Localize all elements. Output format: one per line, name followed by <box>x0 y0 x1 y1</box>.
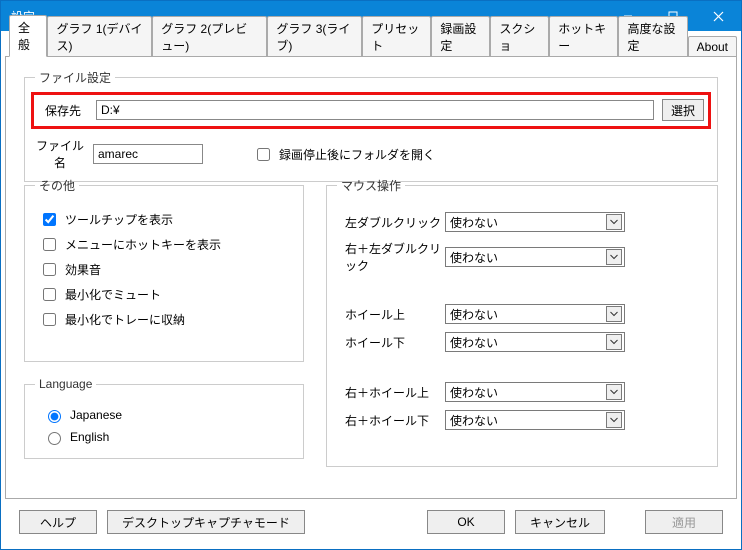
mouse-label-wheel-up: ホイール上 <box>345 306 445 323</box>
save-path-row-highlight: 保存先 選択 <box>31 92 711 129</box>
mouse-legend: マウス操作 <box>337 177 405 194</box>
mouse-row-right-wheel-up: 右＋ホイール上 使わない <box>345 382 707 402</box>
open-folder-after-stop[interactable]: 録画停止後にフォルダを開く <box>253 145 435 164</box>
mouse-row-right-left-dbl: 右＋左ダブルクリック 使わない <box>345 240 707 274</box>
chevron-down-icon <box>606 384 622 400</box>
filename-label: ファイル名 <box>35 137 85 171</box>
tab-graph3[interactable]: グラフ 3(ライブ) <box>267 16 362 57</box>
save-path-input[interactable] <box>96 100 654 120</box>
cancel-button[interactable]: キャンセル <box>515 510 605 534</box>
close-button[interactable] <box>695 1 741 31</box>
tab-general[interactable]: 全般 <box>9 15 47 57</box>
opt-minimize-mute[interactable]: 最小化でミュート <box>39 285 293 304</box>
opt-sound[interactable]: 効果音 <box>39 260 293 279</box>
opt-sound-checkbox[interactable] <box>43 263 56 276</box>
mouse-label-left-dbl: 左ダブルクリック <box>345 214 445 231</box>
mouse-combo-left-dbl[interactable]: 使わない <box>445 212 625 232</box>
chevron-down-icon <box>606 306 622 322</box>
dialog-footer: ヘルプ デスクトップキャプチャモード OK キャンセル 適用 <box>5 499 737 545</box>
tab-panel-general: ファイル設定 保存先 選択 ファイル名 録画停止後にフォルダを開く <box>5 56 737 499</box>
mouse-label-right-wheel-down: 右＋ホイール下 <box>345 412 445 429</box>
tab-screenshot[interactable]: スクショ <box>490 16 549 57</box>
file-settings-group: ファイル設定 保存先 選択 ファイル名 録画停止後にフォルダを開く <box>24 69 718 182</box>
lang-japanese[interactable]: Japanese <box>43 407 293 423</box>
mouse-combo-wheel-up[interactable]: 使わない <box>445 304 625 324</box>
mouse-row-right-wheel-down: 右＋ホイール下 使わない <box>345 410 707 430</box>
opt-minimize-mute-checkbox[interactable] <box>43 288 56 301</box>
other-legend: その他 <box>35 177 79 194</box>
mouse-label-right-left-dbl: 右＋左ダブルクリック <box>345 240 445 274</box>
desktop-capture-mode-button[interactable]: デスクトップキャプチャモード <box>107 510 305 534</box>
chevron-down-icon <box>606 249 622 265</box>
opt-menu-hotkey-checkbox[interactable] <box>43 238 56 251</box>
tab-hotkey[interactable]: ホットキー <box>549 16 618 57</box>
tab-record[interactable]: 録画設定 <box>431 16 490 57</box>
filename-row: ファイル名 録画停止後にフォルダを開く <box>35 137 707 171</box>
browse-button[interactable]: 選択 <box>662 99 704 121</box>
ok-button[interactable]: OK <box>427 510 505 534</box>
opt-tooltip[interactable]: ツールチップを表示 <box>39 210 293 229</box>
opt-menu-hotkey[interactable]: メニューにホットキーを表示 <box>39 235 293 254</box>
mouse-combo-right-wheel-down[interactable]: 使わない <box>445 410 625 430</box>
other-group: その他 ツールチップを表示 メニューにホットキーを表示 効果音 最小化でミュート… <box>24 177 304 362</box>
file-settings-legend: ファイル設定 <box>35 69 115 86</box>
apply-button[interactable]: 適用 <box>645 510 723 534</box>
lang-english-radio[interactable] <box>48 432 61 445</box>
tab-advanced[interactable]: 高度な設定 <box>618 16 687 57</box>
chevron-down-icon <box>606 412 622 428</box>
mouse-combo-wheel-down[interactable]: 使わない <box>445 332 625 352</box>
mouse-row-left-dbl: 左ダブルクリック 使わない <box>345 212 707 232</box>
tab-strip: 全般 グラフ 1(デバイス) グラフ 2(プレビュー) グラフ 3(ライブ) プ… <box>5 34 737 56</box>
language-group: Language Japanese English <box>24 377 304 459</box>
chevron-down-icon <box>606 214 622 230</box>
client-area: 全般 グラフ 1(デバイス) グラフ 2(プレビュー) グラフ 3(ライブ) プ… <box>1 31 741 549</box>
tab-preset[interactable]: プリセット <box>362 16 431 57</box>
chevron-down-icon <box>606 334 622 350</box>
mouse-group: マウス操作 左ダブルクリック 使わない 右＋左ダブルクリック 使わない ホイール… <box>326 177 718 467</box>
open-folder-after-stop-label: 録画停止後にフォルダを開く <box>279 146 435 163</box>
save-path-label: 保存先 <box>38 102 88 119</box>
mouse-label-right-wheel-up: 右＋ホイール上 <box>345 384 445 401</box>
opt-minimize-tray[interactable]: 最小化でトレーに収納 <box>39 310 293 329</box>
tab-graph2[interactable]: グラフ 2(プレビュー) <box>152 16 267 57</box>
mouse-row-wheel-down: ホイール下 使わない <box>345 332 707 352</box>
help-button[interactable]: ヘルプ <box>19 510 97 534</box>
mouse-row-wheel-up: ホイール上 使わない <box>345 304 707 324</box>
opt-tooltip-checkbox[interactable] <box>43 213 56 226</box>
opt-minimize-tray-checkbox[interactable] <box>43 313 56 326</box>
mouse-combo-right-wheel-up[interactable]: 使わない <box>445 382 625 402</box>
mouse-combo-right-left-dbl[interactable]: 使わない <box>445 247 625 267</box>
mouse-label-wheel-down: ホイール下 <box>345 334 445 351</box>
lang-japanese-radio[interactable] <box>48 410 61 423</box>
lang-english[interactable]: English <box>43 429 293 445</box>
open-folder-after-stop-checkbox[interactable] <box>257 148 270 161</box>
language-legend: Language <box>35 377 96 391</box>
filename-input[interactable] <box>93 144 203 164</box>
tab-about[interactable]: About <box>688 36 737 57</box>
settings-window: 設定 全般 グラフ 1(デバイス) グラフ 2(プレビュー) グラフ 3(ライブ… <box>0 0 742 550</box>
tab-graph1[interactable]: グラフ 1(デバイス) <box>47 16 152 57</box>
